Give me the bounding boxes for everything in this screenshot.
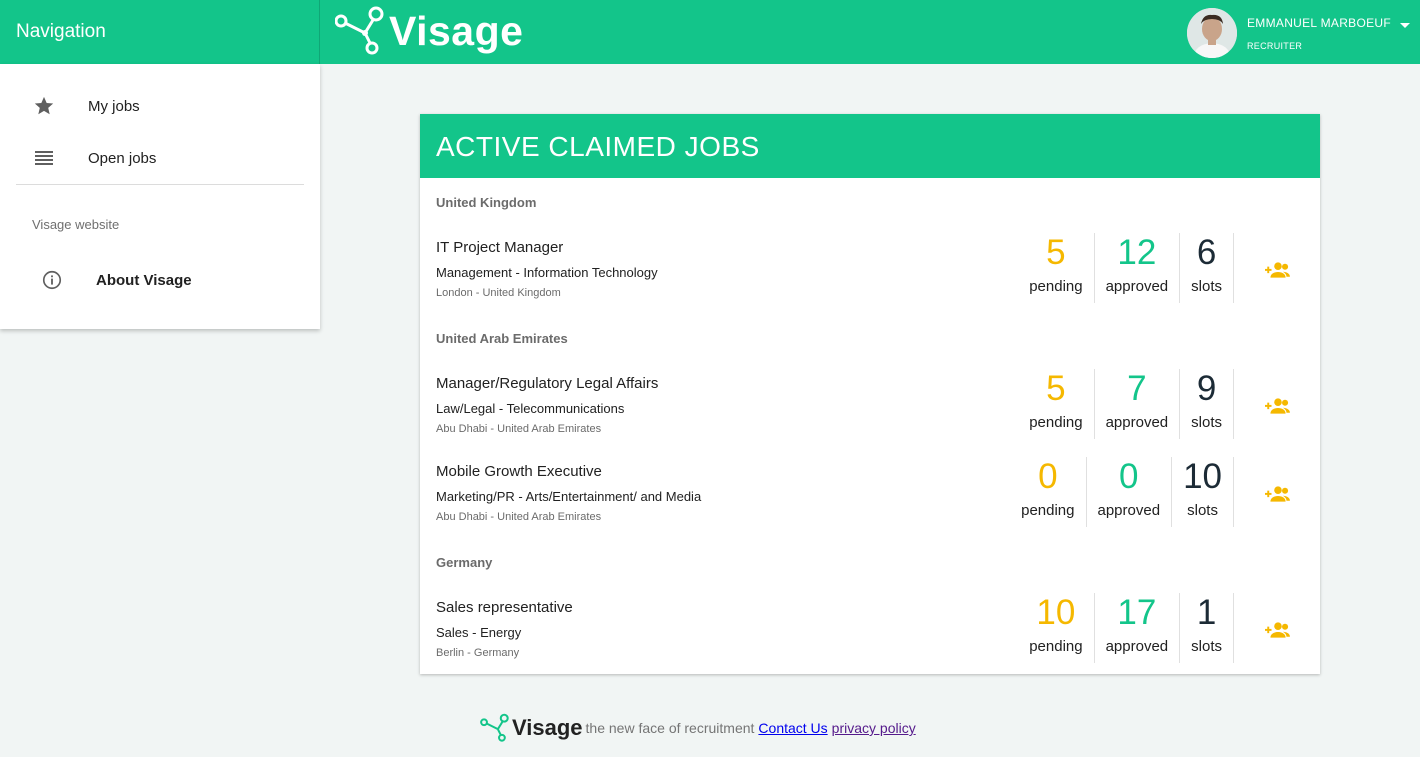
star-icon (32, 94, 56, 118)
logo-text: Visage (389, 7, 524, 54)
slots-stat: 9 slots (1179, 369, 1234, 439)
pending-count: 0 (1038, 457, 1058, 496)
job-row[interactable]: IT Project Manager Management - Informat… (420, 233, 1320, 313)
job-stats: 0 pending 0 approved 10 slots (1010, 457, 1234, 527)
add-candidate-icon[interactable] (1265, 397, 1291, 415)
visage-logo-icon (335, 6, 384, 55)
info-icon (40, 268, 64, 292)
slots-label: slots (1191, 414, 1222, 431)
job-row[interactable]: Mobile Growth Executive Marketing/PR - A… (420, 457, 1320, 537)
pending-count: 10 (1036, 593, 1076, 632)
approved-count: 0 (1119, 457, 1139, 496)
approved-label: approved (1105, 414, 1169, 431)
add-candidate-icon[interactable] (1265, 261, 1291, 279)
country-heading: United Arab Emirates (436, 331, 568, 346)
slots-count: 1 (1196, 593, 1217, 632)
sidebar-item-label: About Visage (96, 271, 192, 289)
pending-count: 5 (1046, 369, 1066, 408)
sidebar-item-my-jobs[interactable]: My jobs (0, 84, 320, 128)
sidebar-item-open-jobs[interactable]: Open jobs (0, 136, 320, 180)
country-heading: Germany (436, 555, 493, 570)
sidebar-item-label: Open jobs (88, 149, 157, 167)
active-claimed-jobs-card: ACTIVE CLAIMED JOBS United Kingdom IT Pr… (420, 114, 1320, 674)
job-stats: 5 pending 7 approved 9 slots (1018, 369, 1234, 439)
approved-stat: 12 approved (1093, 233, 1180, 303)
pending-count: 5 (1046, 233, 1066, 272)
sidebar-divider (16, 184, 304, 185)
job-location: Abu Dhabi - United Arab Emirates (436, 511, 602, 523)
pending-stat: 0 pending (1010, 457, 1085, 527)
pending-stat: 5 pending (1018, 369, 1093, 439)
visage-logo[interactable]: Visage (335, 5, 523, 57)
user-menu[interactable]: EMMANUEL MARBOEUF RECRUITER (1187, 8, 1411, 58)
pending-stat: 5 pending (1018, 233, 1093, 303)
job-title[interactable]: Manager/Regulatory Legal Affairs (436, 375, 658, 392)
approved-count: 7 (1127, 369, 1147, 408)
card-title: ACTIVE CLAIMED JOBS (436, 131, 760, 162)
approved-label: approved (1097, 502, 1161, 519)
job-category: Management - Information Technology (436, 265, 658, 280)
slots-label: slots (1191, 278, 1222, 295)
footer-logo-icon (480, 713, 509, 742)
slots-count: 6 (1196, 233, 1217, 272)
job-category: Marketing/PR - Arts/Entertainment/ and M… (436, 489, 702, 504)
job-row[interactable]: Sales representative Sales - Energy Berl… (420, 593, 1320, 673)
approved-stat: 0 approved (1085, 457, 1172, 527)
navigation-header: Navigation (0, 0, 320, 64)
job-category: Law/Legal - Telecommunications (436, 401, 625, 416)
slots-stat: 1 slots (1179, 593, 1234, 663)
dropdown-caret-icon[interactable] (1400, 22, 1411, 28)
contact-us-link[interactable]: Contact Us (758, 720, 827, 736)
sidebar-subheader: Visage website (32, 217, 120, 232)
country-heading: United Kingdom (436, 195, 537, 210)
slots-stat: 6 slots (1179, 233, 1234, 303)
job-title[interactable]: Mobile Growth Executive (436, 463, 602, 480)
footer: Visage the new face of recruitment Conta… (480, 713, 916, 743)
slots-count: 10 (1183, 457, 1222, 496)
approved-label: approved (1105, 278, 1169, 295)
job-location: Abu Dhabi - United Arab Emirates (436, 423, 602, 435)
approved-stat: 17 approved (1093, 593, 1180, 663)
pending-label: pending (1029, 414, 1083, 431)
job-row[interactable]: Manager/Regulatory Legal Affairs Law/Leg… (420, 369, 1320, 449)
pending-label: pending (1021, 502, 1075, 519)
job-stats: 5 pending 12 approved 6 slots (1018, 233, 1234, 303)
navigation-title: Navigation (16, 21, 106, 42)
slots-label: slots (1187, 502, 1218, 519)
card-header: ACTIVE CLAIMED JOBS (420, 114, 1320, 178)
job-location: Berlin - Germany (436, 647, 520, 659)
avatar[interactable] (1187, 8, 1237, 58)
job-title[interactable]: IT Project Manager (436, 239, 563, 256)
slots-count: 9 (1196, 369, 1217, 408)
user-name: EMMANUEL MARBOEUF (1247, 15, 1392, 30)
approved-count: 12 (1117, 233, 1157, 272)
add-candidate-icon[interactable] (1265, 621, 1291, 639)
footer-tagline: the new face of recruitment (585, 720, 755, 736)
top-bar: Navigation Visage EMMANUEL MARBOEUF RECR… (0, 0, 1420, 64)
add-candidate-icon[interactable] (1265, 485, 1291, 503)
user-photo-icon (1187, 8, 1237, 58)
approved-label: approved (1105, 638, 1169, 655)
privacy-policy-link[interactable]: privacy policy (832, 720, 916, 736)
job-location: London - United Kingdom (436, 287, 561, 299)
slots-stat: 10 slots (1171, 457, 1234, 527)
pending-label: pending (1029, 278, 1083, 295)
user-info: EMMANUEL MARBOEUF RECRUITER (1247, 16, 1391, 51)
user-role: RECRUITER (1247, 40, 1303, 51)
approved-stat: 7 approved (1093, 369, 1180, 439)
sidebar-item-label: My jobs (88, 97, 140, 115)
pending-label: pending (1029, 638, 1083, 655)
job-title[interactable]: Sales representative (436, 599, 573, 616)
navigation-drawer: My jobs Open jobs Visage website About V… (0, 64, 320, 329)
job-stats: 10 pending 17 approved 1 slots (1018, 593, 1234, 663)
sidebar-item-about-visage[interactable]: About Visage (0, 258, 320, 302)
slots-label: slots (1191, 638, 1222, 655)
pending-stat: 10 pending (1018, 593, 1093, 663)
list-icon (32, 146, 56, 170)
approved-count: 17 (1117, 593, 1157, 632)
footer-logo-text: Visage (512, 715, 583, 740)
job-category: Sales - Energy (436, 625, 522, 640)
